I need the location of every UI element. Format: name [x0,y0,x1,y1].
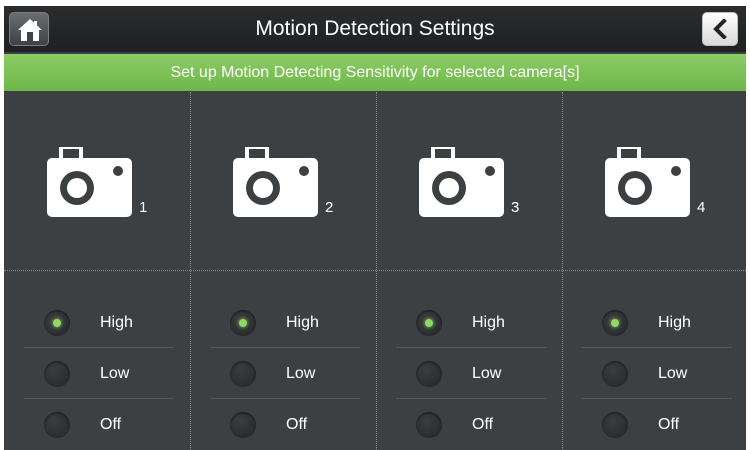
radio-selected[interactable] [602,310,628,336]
option-off[interactable]: Off [396,400,546,450]
camera-column-3: 3 High Low Off [376,92,561,450]
camera-select-3[interactable] [419,145,504,222]
divider [210,347,360,348]
camera-number: 4 [697,199,706,216]
instruction-text: Set up Motion Detecting Sensitivity for … [170,64,580,81]
radio-unselected[interactable] [416,361,442,387]
option-label: High [100,314,133,331]
camera-icon [419,145,504,217]
divider [582,347,732,348]
selected-dot [611,319,619,327]
option-low[interactable]: Low [210,349,360,399]
option-off[interactable]: Off [24,400,174,450]
option-low[interactable]: Low [396,349,546,399]
option-label: Low [100,365,130,382]
option-high[interactable]: High [210,298,360,348]
divider [210,398,360,399]
camera-number: 3 [511,199,520,216]
divider [24,398,174,399]
option-low[interactable]: Low [582,349,732,399]
radio-unselected[interactable] [230,412,256,438]
option-high[interactable]: High [396,298,546,348]
radio-selected[interactable] [44,310,70,336]
instruction-banner: Set up Motion Detecting Sensitivity for … [4,54,746,91]
camera-icon [605,145,690,217]
camera-icon [233,145,318,217]
option-label: Low [286,365,316,382]
radio-unselected[interactable] [416,412,442,438]
radio-selected[interactable] [230,310,256,336]
divider [582,398,732,399]
option-label: Low [472,365,502,382]
radio-unselected[interactable] [602,412,628,438]
camera-number: 2 [325,199,334,216]
selected-dot [53,319,61,327]
radio-unselected[interactable] [602,361,628,387]
option-label: Off [658,416,680,433]
camera-number: 1 [139,199,148,216]
chevron-left-icon [713,19,727,39]
radio-unselected[interactable] [44,412,70,438]
option-label: High [472,314,505,331]
option-label: High [286,314,319,331]
camera-select-1[interactable] [47,145,132,222]
title-bar: Motion Detection Settings [4,6,746,52]
back-button[interactable] [702,12,738,46]
option-label: Off [472,416,494,433]
option-label: Low [658,365,688,382]
selected-dot [425,319,433,327]
page-title: Motion Detection Settings [255,17,495,40]
option-off[interactable]: Off [210,400,360,450]
option-off[interactable]: Off [582,400,732,450]
option-label: Off [286,416,308,433]
camera-column-1: 1 High Low Off [4,92,189,450]
divider [396,398,546,399]
camera-icon [47,145,132,217]
radio-unselected[interactable] [230,361,256,387]
radio-unselected[interactable] [44,361,70,387]
camera-select-2[interactable] [233,145,318,222]
camera-select-4[interactable] [605,145,690,222]
divider [24,347,174,348]
option-high[interactable]: High [582,298,732,348]
selected-dot [239,319,247,327]
divider [396,347,546,348]
camera-column-2: 2 High Low Off [190,92,375,450]
radio-selected[interactable] [416,310,442,336]
home-button[interactable] [9,12,49,46]
option-low[interactable]: Low [24,349,174,399]
motion-detection-screen: Motion Detection Settings Set up Motion … [4,6,746,450]
option-label: High [658,314,691,331]
camera-column-4: 4 High Low Off [562,92,746,450]
option-label: Off [100,416,122,433]
option-high[interactable]: High [24,298,174,348]
home-icon [18,19,42,41]
